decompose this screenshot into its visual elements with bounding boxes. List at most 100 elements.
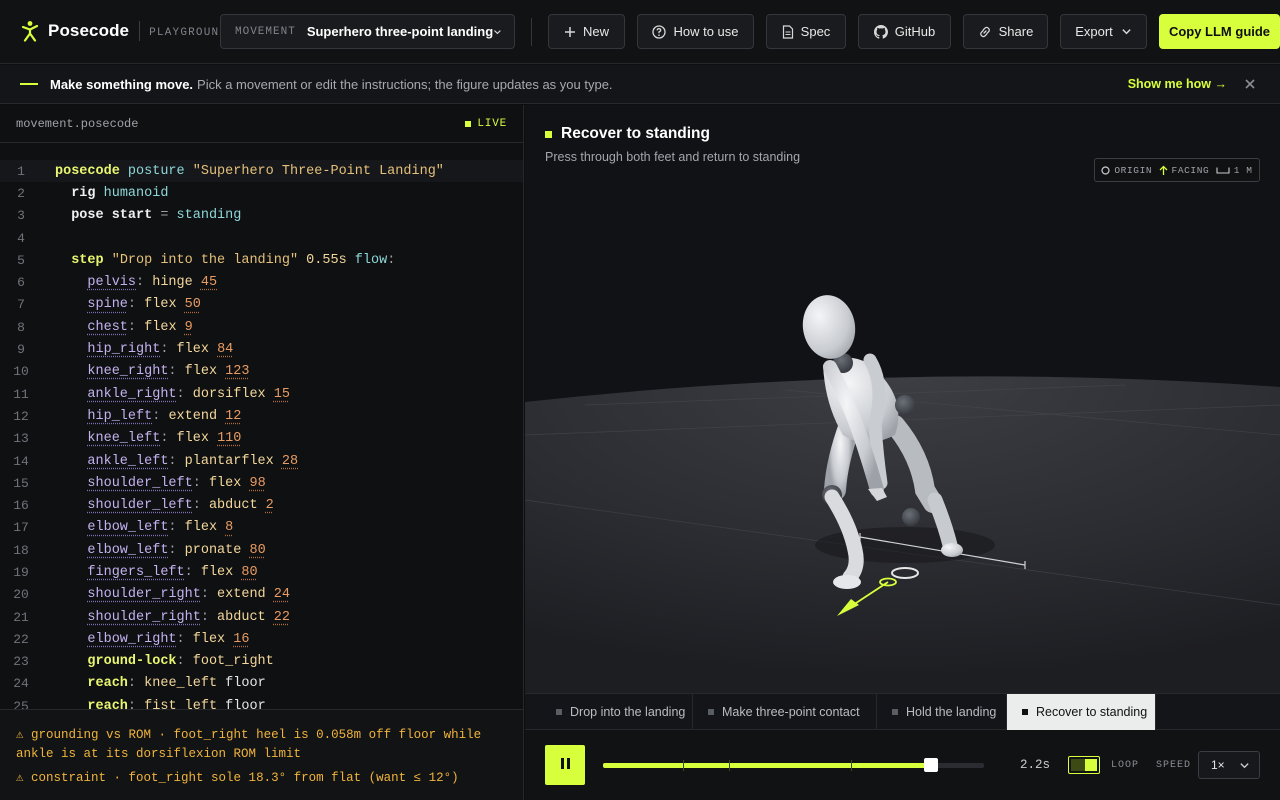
code-line[interactable]: 22 elbow_right: flex 16	[0, 628, 523, 650]
share-button[interactable]: Share	[963, 14, 1048, 49]
code-token: abduct	[217, 609, 266, 625]
code-line[interactable]: 5 step "Drop into the landing" 0.55s flo…	[0, 249, 523, 271]
code-token: :	[127, 297, 137, 313]
timeline-handle[interactable]	[923, 758, 938, 772]
github-button[interactable]: GitHub	[858, 14, 951, 49]
code-text: spine: flex 50	[42, 297, 200, 313]
timeline-scrubber[interactable]	[603, 758, 984, 772]
how-to-use-button[interactable]: How to use	[637, 14, 754, 49]
code-token: elbow_left	[87, 542, 169, 558]
tab-recover-to-standing[interactable]: Recover to standing	[1007, 694, 1156, 730]
spec-button[interactable]: Spec	[766, 14, 846, 49]
line-number: 1	[17, 163, 25, 179]
export-button[interactable]: Export	[1060, 14, 1147, 49]
step-marker	[728, 760, 730, 771]
movement-select[interactable]: MOVEMENT Superhero three-point landing	[220, 14, 515, 49]
code-text: hip_left: extend 12	[42, 409, 241, 424]
code-token: 80	[249, 542, 266, 558]
code-line[interactable]: 12 hip_left: extend 12	[0, 405, 523, 427]
current-time: 2.2s	[1020, 758, 1051, 772]
code-line[interactable]: 14 ankle_left: plantarflex 28	[0, 450, 523, 472]
code-token: knee_left	[87, 431, 161, 447]
tab-hold-the-landing[interactable]: Hold the landing	[877, 694, 1007, 730]
origin-icon	[1101, 165, 1110, 175]
code-line[interactable]: 23 ground-lock: foot_right	[0, 651, 523, 673]
line-number: 18	[13, 542, 29, 558]
code-line[interactable]: 6 pelvis: hinge 45	[0, 271, 523, 293]
current-step-heading: Recover to standing	[545, 125, 710, 143]
pause-button[interactable]	[545, 745, 585, 785]
new-button[interactable]: New	[548, 14, 625, 49]
code-token: reach	[87, 676, 128, 692]
pause-icon	[559, 756, 571, 774]
speed-select[interactable]: 1×	[1198, 751, 1260, 779]
code-token: 110	[217, 431, 242, 447]
code-token: pronate	[184, 542, 242, 558]
code-text: ground-lock: foot_right	[42, 654, 273, 669]
playback-controls: 2.2s LOOP SPEED 1×	[525, 730, 1280, 800]
code-line[interactable]: 9 hip_right: flex 84	[0, 338, 523, 360]
code-text: pose start = standing	[42, 208, 241, 223]
chevron-down-icon	[1240, 762, 1249, 768]
code-line[interactable]: 11 ankle_right: dorsiflex 15	[0, 383, 523, 405]
code-area[interactable]: 1 posecode posture "Superhero Three-Point…	[0, 160, 523, 709]
code-line[interactable]: 7 spine: flex 50	[0, 294, 523, 316]
code-token: :	[192, 498, 201, 514]
copy-llm-guide-button[interactable]: Copy LLM guide	[1159, 14, 1280, 49]
code-line[interactable]: 21 shoulder_right: abduct 22	[0, 606, 523, 628]
line-number: 11	[13, 386, 29, 402]
close-icon[interactable]	[1242, 76, 1258, 92]
banner-message: Pick a movement or edit the instructions…	[197, 76, 613, 92]
code-line[interactable]: 4	[0, 227, 523, 249]
code-token: reach	[87, 698, 128, 709]
tab-label: Hold the landing	[906, 705, 997, 719]
code-line[interactable]: 25 reach: fist_left floor	[0, 695, 523, 709]
code-line[interactable]: 18 elbow_left: pronate 80	[0, 539, 523, 561]
code-token: floor	[225, 676, 266, 692]
code-token: 28	[281, 453, 299, 469]
tab-label: Make three-point contact	[722, 705, 860, 719]
code-line[interactable]: 20 shoulder_right: extend 24	[0, 584, 523, 606]
code-line[interactable]: 10 knee_right: flex 123	[0, 361, 523, 383]
code-token: pose start	[71, 208, 153, 224]
code-text: reach: fist_left floor	[42, 698, 265, 709]
show-me-how-link[interactable]: Show me how →	[1128, 77, 1227, 91]
code-token: standing	[176, 208, 242, 224]
code-line[interactable]: 19 fingers_left: flex 80	[0, 561, 523, 583]
top-bar: Posecode PLAYGROUND MOVEMENT Superhero t…	[0, 0, 1280, 64]
code-token: fist_left	[144, 698, 218, 709]
code-line[interactable]: 2 rig humanoid	[0, 182, 523, 204]
code-line[interactable]: 1 posecode posture "Superhero Three-Point…	[0, 160, 523, 183]
code-token: 8	[225, 520, 234, 536]
logo[interactable]: Posecode PLAYGROUND	[20, 20, 227, 42]
code-token: :	[184, 564, 193, 580]
code-line[interactable]: 8 chest: flex 9	[0, 316, 523, 338]
tab-marker-icon	[556, 709, 562, 715]
line-number: 20	[13, 587, 29, 603]
code-text: shoulder_right: extend 24	[42, 587, 290, 602]
tab-drop-into-the-landing[interactable]: Drop into the landing	[541, 694, 693, 730]
code-line[interactable]: 16 shoulder_left: abduct 2	[0, 494, 523, 516]
code-line[interactable]: 15 shoulder_left: flex 98	[0, 472, 523, 494]
code-line[interactable]: 17 elbow_left: flex 8	[0, 517, 523, 539]
loop-toggle[interactable]	[1068, 756, 1100, 774]
code-line[interactable]: 13 knee_left: flex 110	[0, 428, 523, 450]
code-token: 84	[217, 342, 234, 358]
tab-marker-icon	[892, 709, 898, 715]
code-token: ankle_right	[87, 386, 177, 402]
line-number: 12	[13, 408, 29, 424]
code-line[interactable]: 3 pose start = standing	[0, 205, 523, 227]
export-button-label: Export	[1075, 24, 1113, 39]
code-line[interactable]: 24 reach: knee_left floor	[0, 673, 523, 695]
3d-scene[interactable]	[525, 105, 1280, 693]
3d-viewport[interactable]: Recover to standing Press through both f…	[525, 105, 1280, 693]
tab-make-three-point-contact[interactable]: Make three-point contact	[693, 694, 877, 730]
